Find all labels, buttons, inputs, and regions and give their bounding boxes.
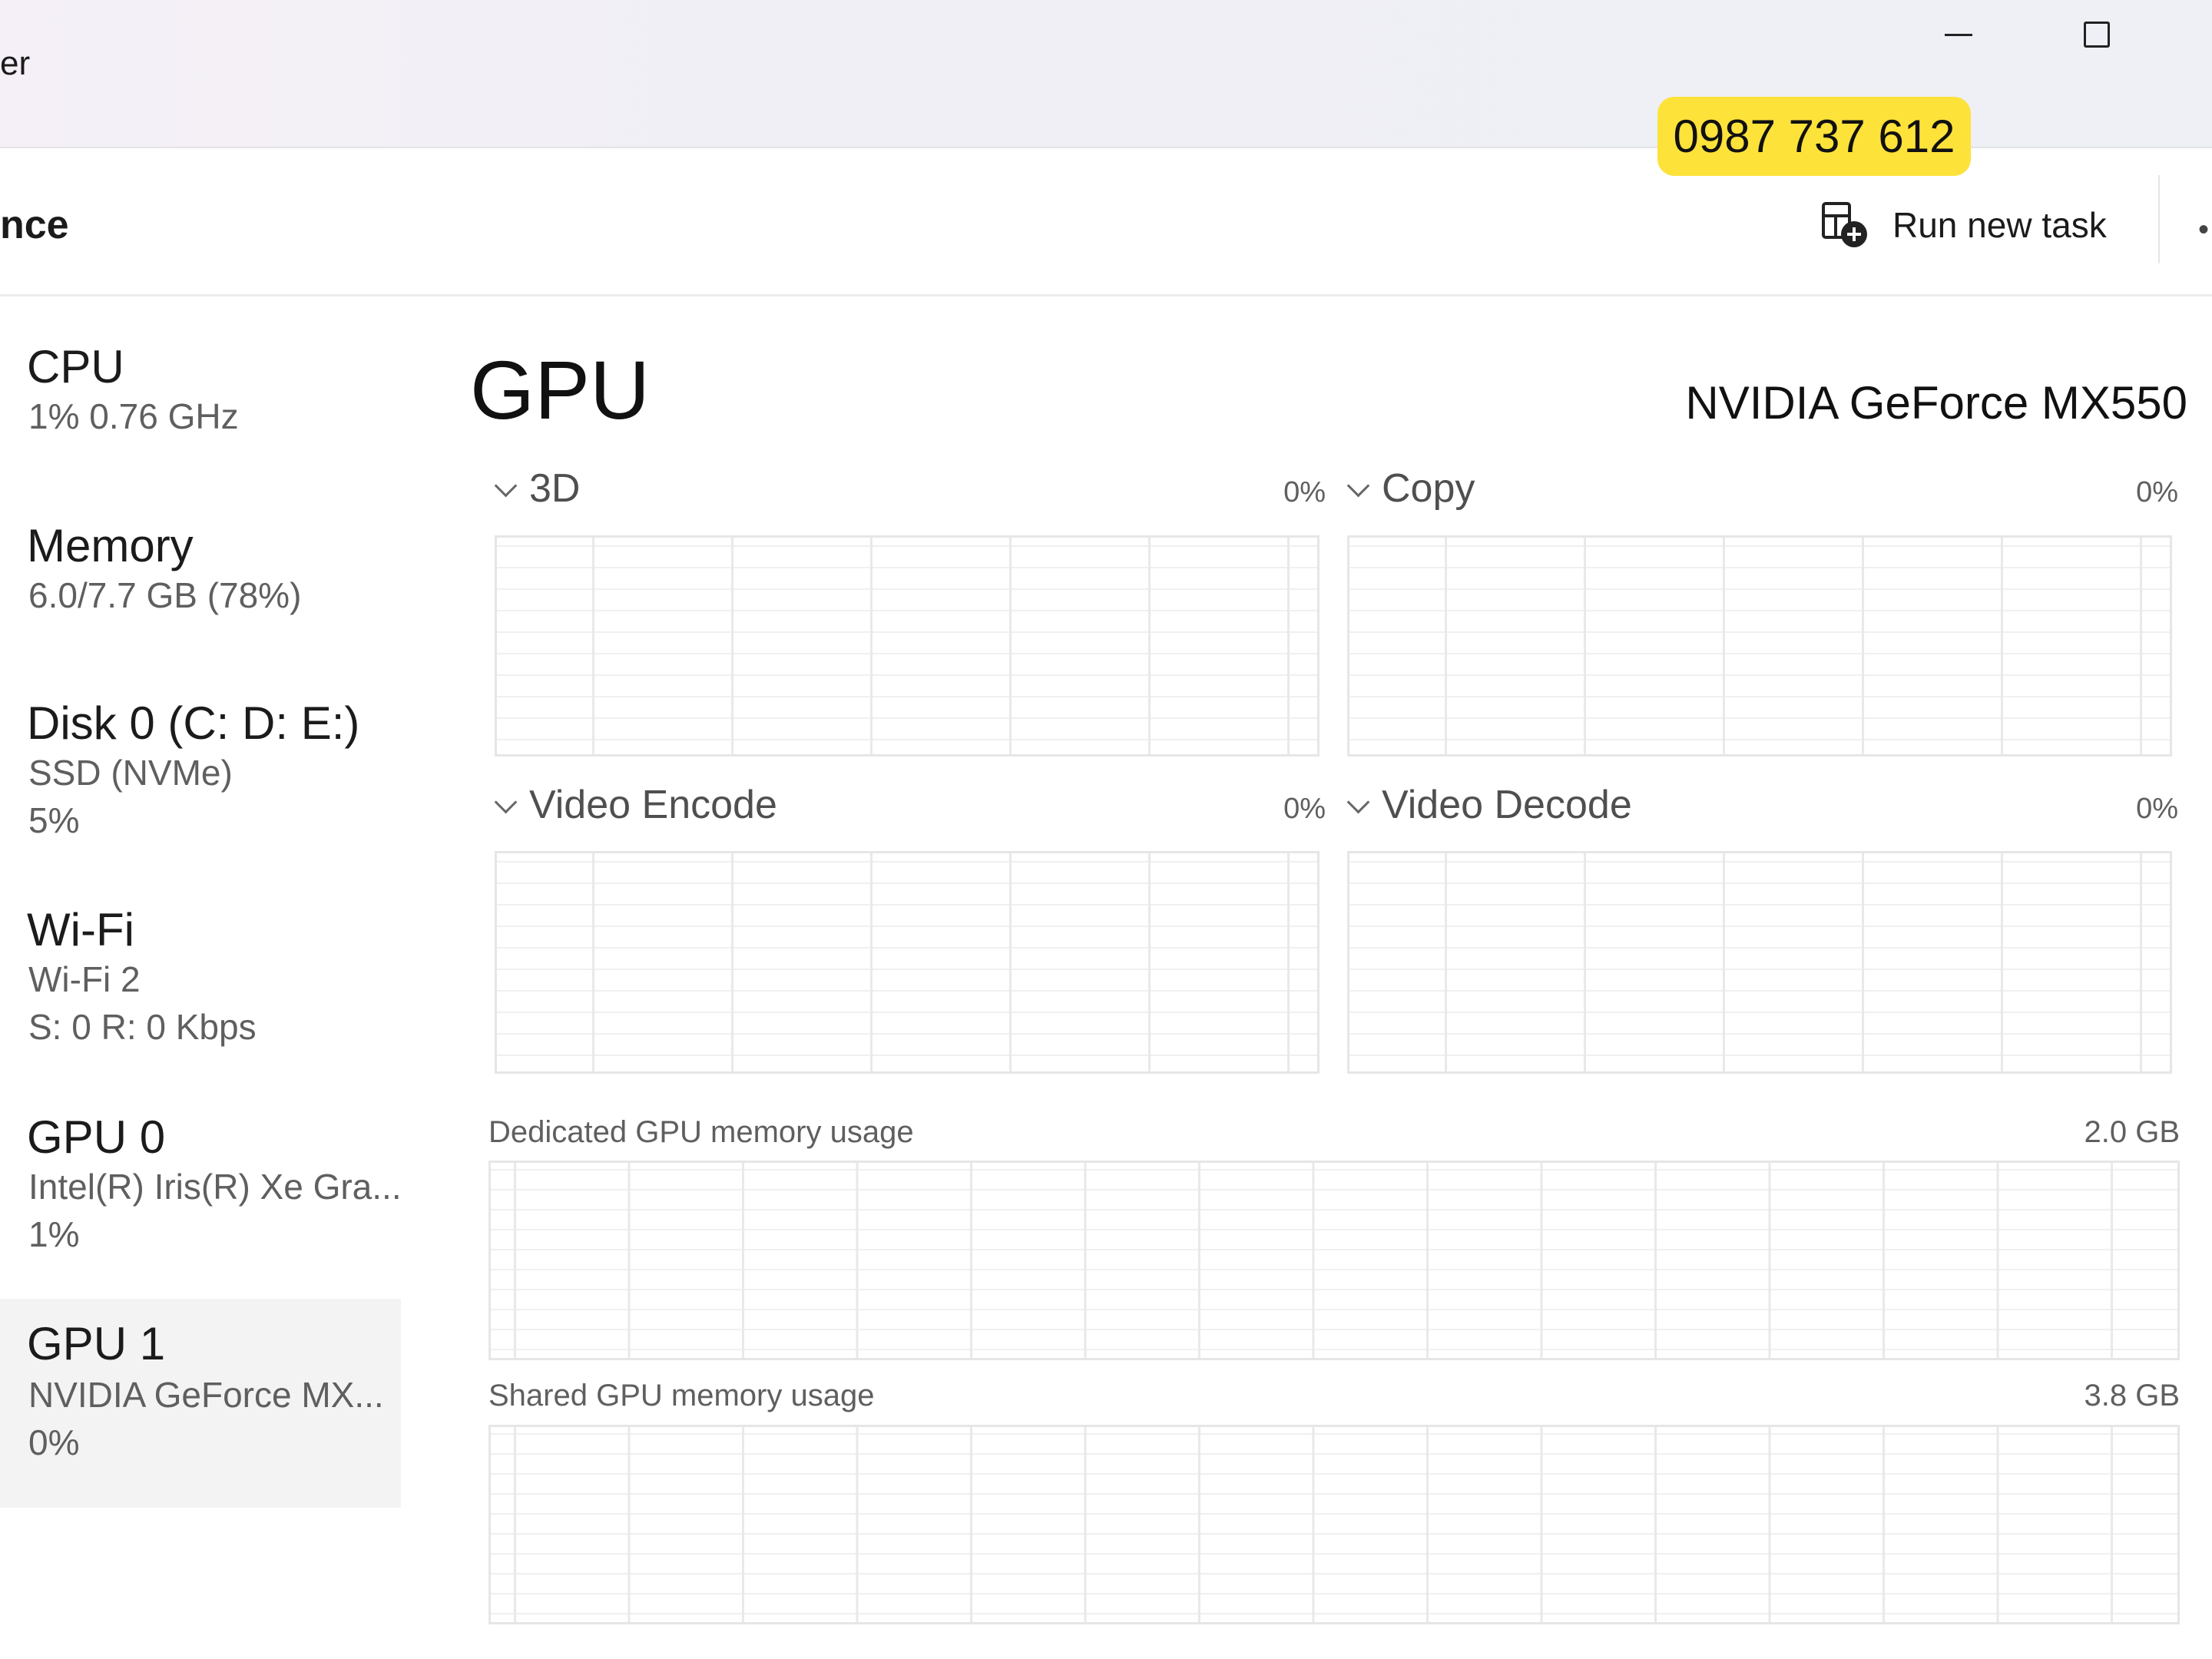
performance-sidebar: CPU 1% 0.76 GHz Memory 6.0/7.7 GB (78%) … bbox=[0, 296, 402, 1659]
engine-label: 3D bbox=[529, 466, 581, 511]
chevron-down-icon bbox=[1346, 790, 1370, 814]
sidebar-item-usage: 5% bbox=[28, 800, 80, 840]
page-heading: nce bbox=[0, 203, 69, 247]
sidebar-item-detail: NVIDIA GeForce MX... bbox=[28, 1375, 384, 1415]
sidebar-item-title: Disk 0 (C: D: E:) bbox=[27, 697, 360, 749]
sidebar-item-disk[interactable]: Disk 0 (C: D: E:) SSD (NVMe) 5% bbox=[0, 697, 401, 873]
engine-selector-video-decode[interactable]: Video Decode bbox=[1344, 782, 1632, 828]
sidebar-item-detail: 6.0/7.7 GB (78%) bbox=[28, 575, 302, 615]
sidebar-item-cpu[interactable]: CPU 1% 0.76 GHz bbox=[0, 340, 401, 494]
engine-graph-3d bbox=[495, 535, 1320, 757]
minimize-button[interactable] bbox=[1893, 0, 2024, 77]
app-title: er bbox=[0, 45, 31, 82]
dedicated-memory-value: 2.0 GB bbox=[2084, 1115, 2180, 1149]
engine-label: Video Decode bbox=[1382, 783, 1632, 827]
engine-percent: 0% bbox=[2136, 476, 2178, 508]
sidebar-item-title: Wi-Fi bbox=[27, 904, 134, 955]
sidebar-item-gpu-0[interactable]: GPU 0 Intel(R) Iris(R) Xe Gra... 1% bbox=[0, 1111, 402, 1287]
chevron-down-icon bbox=[1346, 474, 1370, 498]
sidebar-item-detail: Wi-Fi 2 bbox=[28, 959, 141, 999]
sidebar-item-title: Memory bbox=[27, 520, 194, 571]
engine-label: Copy bbox=[1382, 466, 1475, 511]
engine-graph-video-encode bbox=[495, 851, 1320, 1074]
engine-percent: 0% bbox=[1283, 476, 1326, 508]
sidebar-item-detail: 1% 0.76 GHz bbox=[28, 396, 239, 436]
run-task-icon bbox=[1822, 202, 1867, 247]
toolbar-divider bbox=[2158, 175, 2160, 263]
sidebar-item-detail: SSD (NVMe) bbox=[28, 753, 233, 793]
engine-label: Video Encode bbox=[529, 783, 777, 827]
more-options-icon[interactable]: • bbox=[2198, 213, 2212, 247]
sidebar-item-usage: 0% bbox=[28, 1422, 80, 1462]
sidebar-item-title: GPU 0 bbox=[27, 1111, 166, 1163]
engine-graph-copy bbox=[1347, 535, 2172, 757]
sidebar-item-memory[interactable]: Memory 6.0/7.7 GB (78%) bbox=[0, 519, 401, 673]
page-title: GPU bbox=[470, 343, 651, 436]
chevron-down-icon bbox=[494, 790, 518, 814]
maximize-button[interactable] bbox=[2032, 0, 2162, 77]
shared-memory-graph bbox=[488, 1425, 2180, 1624]
sidebar-item-detail: Intel(R) Iris(R) Xe Gra... bbox=[28, 1167, 402, 1207]
engine-graph-video-decode bbox=[1347, 851, 2172, 1074]
engine-selector-video-encode[interactable]: Video Encode bbox=[492, 782, 777, 828]
dedicated-memory-label: Dedicated GPU memory usage bbox=[488, 1115, 914, 1149]
sidebar-item-usage: 1% bbox=[28, 1214, 80, 1254]
dedicated-memory-graph bbox=[488, 1161, 2180, 1360]
sidebar-item-title: CPU bbox=[27, 341, 124, 392]
engine-percent: 0% bbox=[1283, 793, 1326, 825]
phone-badge: 0987 737 612 bbox=[1657, 97, 1971, 176]
gpu-device-name: NVIDIA GeForce MX550 bbox=[1685, 377, 2187, 429]
sidebar-item-title: GPU 1 bbox=[27, 1318, 166, 1369]
shared-memory-label: Shared GPU memory usage bbox=[488, 1379, 875, 1412]
chevron-down-icon bbox=[494, 474, 518, 498]
shared-memory-value: 3.8 GB bbox=[2084, 1379, 2180, 1412]
engine-percent: 0% bbox=[2136, 793, 2178, 825]
engine-selector-3d[interactable]: 3D bbox=[492, 465, 580, 512]
sidebar-item-gpu-1[interactable]: GPU 1 NVIDIA GeForce MX... 0% bbox=[0, 1299, 401, 1508]
run-new-task-label: Run new task bbox=[1892, 205, 2107, 245]
sidebar-item-usage: S: 0 R: 0 Kbps bbox=[28, 1007, 257, 1047]
sidebar-item-wifi[interactable]: Wi-Fi Wi-Fi 2 S: 0 R: 0 Kbps bbox=[0, 903, 401, 1080]
run-new-task-button[interactable]: Run new task bbox=[1820, 194, 2107, 256]
engine-selector-copy[interactable]: Copy bbox=[1344, 465, 1475, 512]
